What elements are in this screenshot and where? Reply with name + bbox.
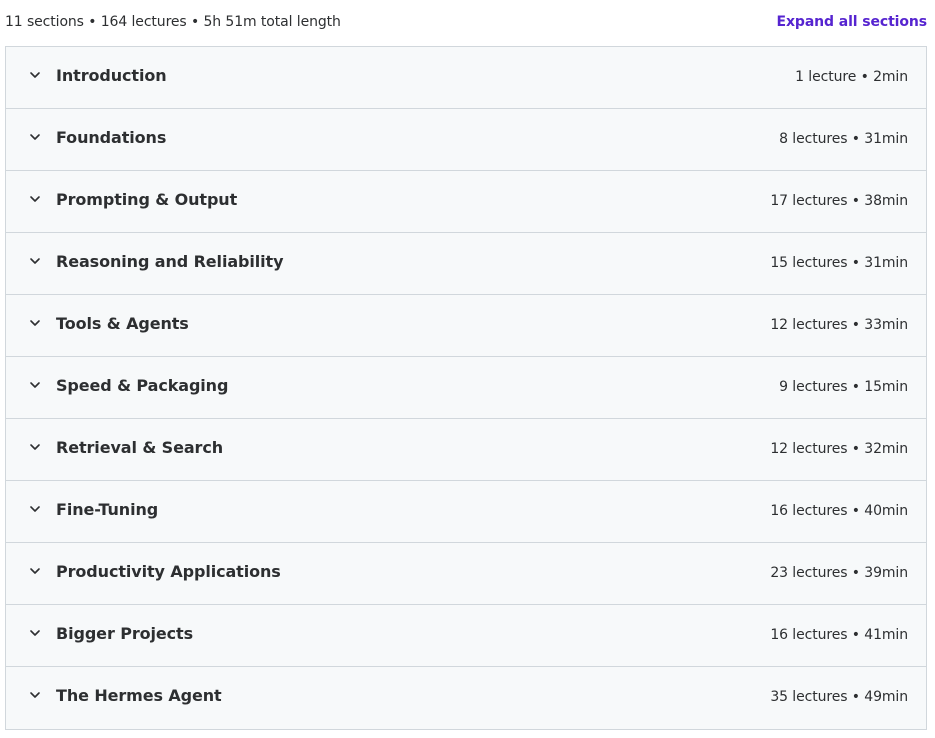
section-title: Reasoning and Reliability xyxy=(56,252,284,271)
curriculum-header: 11 sections • 164 lectures • 5h 51m tota… xyxy=(0,0,935,46)
curriculum-section[interactable]: Speed & Packaging 9 lectures • 15min xyxy=(6,357,926,419)
section-lecture-count: 35 lectures • 49min xyxy=(770,689,908,705)
chevron-down-icon xyxy=(29,193,41,205)
chevron-down-icon xyxy=(29,255,41,267)
section-lecture-count: 12 lectures • 32min xyxy=(770,441,908,457)
section-lecture-count: 8 lectures • 31min xyxy=(779,131,908,147)
chevron-down-icon xyxy=(29,441,41,453)
section-lecture-count: 1 lecture • 2min xyxy=(795,69,908,85)
section-title: Productivity Applications xyxy=(56,562,281,581)
curriculum-section[interactable]: Foundations 8 lectures • 31min xyxy=(6,109,926,171)
section-lecture-count: 16 lectures • 41min xyxy=(770,627,908,643)
expand-all-sections-button[interactable]: Expand all sections xyxy=(777,14,928,30)
curriculum-sections-list: Introduction 1 lecture • 2min Foundations 8… xyxy=(5,46,927,730)
chevron-down-icon xyxy=(29,627,41,639)
section-title: The Hermes Agent xyxy=(56,686,222,705)
curriculum-section[interactable]: Bigger Projects 16 lectures • 41min xyxy=(6,605,926,667)
curriculum-section[interactable]: Retrieval & Search 12 lectures • 32min xyxy=(6,419,926,481)
curriculum-section[interactable]: Tools & Agents 12 lectures • 33min xyxy=(6,295,926,357)
section-title: Speed & Packaging xyxy=(56,376,229,395)
curriculum-section[interactable]: The Hermes Agent 35 lectures • 49min xyxy=(6,667,926,729)
section-lecture-count: 16 lectures • 40min xyxy=(770,503,908,519)
section-lecture-count: 15 lectures • 31min xyxy=(770,255,908,271)
curriculum-summary: 11 sections • 164 lectures • 5h 51m tota… xyxy=(5,14,341,30)
section-title: Fine-Tuning xyxy=(56,500,159,519)
section-title: Prompting & Output xyxy=(56,190,238,209)
section-lecture-count: 9 lectures • 15min xyxy=(779,379,908,395)
section-title: Bigger Projects xyxy=(56,624,194,643)
chevron-down-icon xyxy=(29,69,41,81)
section-title: Introduction xyxy=(56,66,167,85)
section-lecture-count: 23 lectures • 39min xyxy=(770,565,908,581)
chevron-down-icon xyxy=(29,379,41,391)
chevron-down-icon xyxy=(29,565,41,577)
section-lecture-count: 12 lectures • 33min xyxy=(770,317,908,333)
curriculum-section[interactable]: Introduction 1 lecture • 2min xyxy=(6,47,926,109)
section-lecture-count: 17 lectures • 38min xyxy=(770,193,908,209)
chevron-down-icon xyxy=(29,131,41,143)
curriculum-section[interactable]: Reasoning and Reliability 15 lectures • 3… xyxy=(6,233,926,295)
chevron-down-icon xyxy=(29,689,41,701)
curriculum-section[interactable]: Productivity Applications 23 lectures • 3… xyxy=(6,543,926,605)
section-title: Tools & Agents xyxy=(56,314,189,333)
section-title: Foundations xyxy=(56,128,167,147)
curriculum-section[interactable]: Fine-Tuning 16 lectures • 40min xyxy=(6,481,926,543)
curriculum-section[interactable]: Prompting & Output 17 lectures • 38min xyxy=(6,171,926,233)
chevron-down-icon xyxy=(29,503,41,515)
section-title: Retrieval & Search xyxy=(56,438,223,457)
chevron-down-icon xyxy=(29,317,41,329)
